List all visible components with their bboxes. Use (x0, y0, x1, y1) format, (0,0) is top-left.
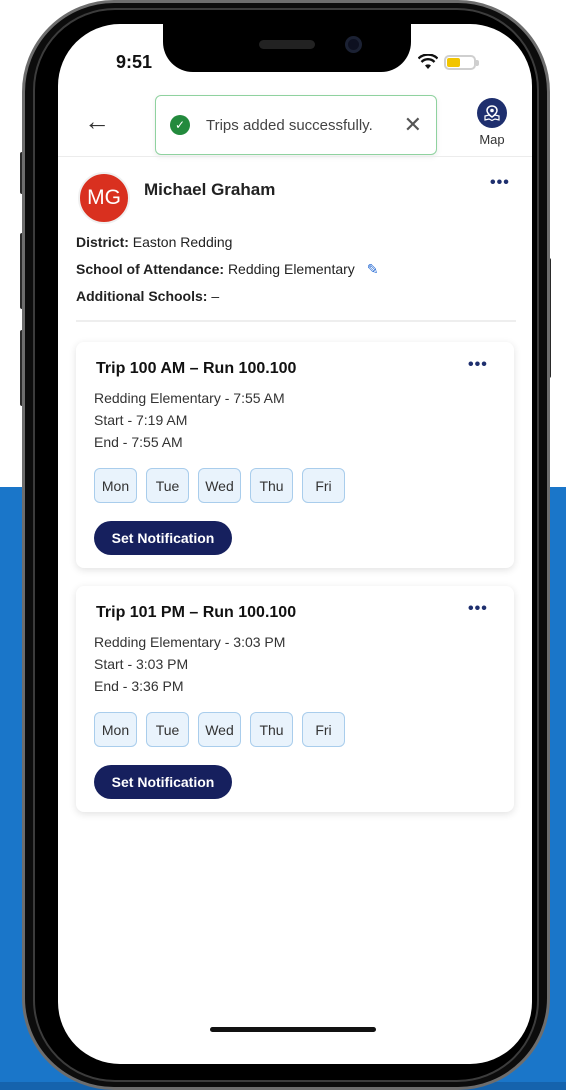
trip-end-time: End - 7:55 AM (94, 434, 183, 450)
front-camera (345, 36, 362, 53)
day-chip-tue[interactable]: Tue (146, 712, 189, 747)
day-chip-thu[interactable]: Thu (250, 712, 293, 747)
set-notification-button[interactable]: Set Notification (94, 765, 232, 799)
day-chip-wed[interactable]: Wed (198, 468, 241, 503)
day-chip-mon[interactable]: Mon (94, 712, 137, 747)
student-name: Michael Graham (144, 180, 276, 199)
trip-card: Trip 100 AM – Run 100.100 ••• Redding El… (76, 342, 514, 568)
day-chip-fri[interactable]: Fri (302, 712, 345, 747)
trip-end-time: End - 3:36 PM (94, 678, 184, 694)
trip-more-button[interactable]: ••• (468, 356, 488, 374)
trip-school-time: Redding Elementary - 3:03 PM (94, 634, 286, 650)
header-divider (58, 156, 532, 157)
school-line: School of Attendance: Redding Elementary… (76, 261, 378, 278)
school-label: School of Attendance: (76, 261, 225, 277)
trip-school-time: Redding Elementary - 7:55 AM (94, 390, 285, 406)
wifi-icon (418, 54, 438, 69)
day-chip-fri[interactable]: Fri (302, 468, 345, 503)
day-chip-mon[interactable]: Mon (94, 468, 137, 503)
trip-card: Trip 101 PM – Run 100.100 ••• Redding El… (76, 586, 514, 812)
trip-title: Trip 101 PM – Run 100.100 (96, 604, 297, 621)
speaker-grille (259, 40, 315, 49)
status-time: 9:51 (116, 52, 153, 72)
home-indicator (210, 1027, 376, 1032)
district-label: District: (76, 234, 129, 250)
check-circle-icon: ✓ (170, 115, 190, 135)
additional-schools-line: Additional Schools: – (76, 288, 219, 304)
trip-days: Mon Tue Wed Thu Fri (94, 712, 345, 747)
section-divider (76, 320, 516, 322)
school-value: Redding Elementary (227, 261, 355, 277)
trip-start-time: Start - 3:03 PM (94, 656, 189, 672)
map-button[interactable]: Map (476, 98, 508, 147)
profile-more-button[interactable]: ••• (490, 174, 510, 192)
trip-more-button[interactable]: ••• (468, 600, 488, 618)
district-line: District: Easton Redding (76, 234, 232, 250)
trip-title: Trip 100 AM – Run 100.100 (96, 360, 297, 377)
success-toast: ✓ Trips added successfully. ✕ (155, 95, 437, 155)
day-chip-thu[interactable]: Thu (250, 468, 293, 503)
back-button[interactable]: ← (84, 108, 110, 134)
battery-icon (444, 54, 479, 70)
district-value: Easton Redding (132, 234, 233, 250)
set-notification-button[interactable]: Set Notification (94, 521, 232, 555)
additional-schools-label: Additional Schools: (76, 288, 208, 304)
edit-icon[interactable]: ✎ (367, 261, 379, 277)
day-chip-tue[interactable]: Tue (146, 468, 189, 503)
trip-days: Mon Tue Wed Thu Fri (94, 468, 345, 503)
close-icon[interactable]: ✕ (404, 114, 422, 136)
map-icon (477, 98, 507, 128)
day-chip-wed[interactable]: Wed (198, 712, 241, 747)
trip-start-time: Start - 7:19 AM (94, 412, 188, 428)
status-icons (418, 52, 479, 72)
map-label: Map (479, 132, 505, 147)
phone-screen: 9:51 ← ✓ Trips added successfully. ✕ Map… (58, 24, 532, 1064)
notch (163, 24, 411, 72)
avatar: MG (78, 172, 130, 224)
additional-schools-value: – (211, 288, 220, 304)
toast-message: Trips added successfully. (206, 116, 373, 134)
